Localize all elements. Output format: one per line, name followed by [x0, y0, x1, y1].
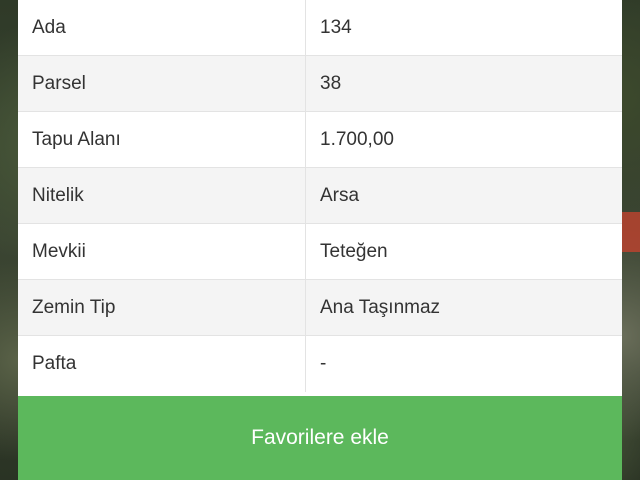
row-value: Ana Taşınmaz — [320, 296, 441, 318]
table-row-ada: Ada 134 — [18, 0, 622, 56]
parcel-info-sheet: Ada 134 Parsel 38 Tapu Alanı 1.700,00 Ni… — [18, 0, 622, 480]
map-background-detail — [620, 212, 640, 252]
parcel-info-table: Ada 134 Parsel 38 Tapu Alanı 1.700,00 Ni… — [18, 0, 622, 392]
add-to-favorites-button[interactable]: Favorilere ekle — [18, 396, 622, 480]
row-label: Mevkii — [18, 224, 306, 279]
row-value: 134 — [320, 16, 352, 38]
row-value: Arsa — [320, 184, 360, 206]
row-value: 38 — [320, 72, 342, 94]
table-row-tapu-alani: Tapu Alanı 1.700,00 — [18, 112, 622, 168]
table-row-parsel: Parsel 38 — [18, 56, 622, 112]
table-row-nitelik: Nitelik Arsa — [18, 168, 622, 224]
row-label: Zemin Tip — [18, 280, 306, 335]
row-label: Ada — [18, 0, 306, 55]
row-label: Nitelik — [18, 168, 306, 223]
row-value: - — [320, 353, 327, 374]
table-row-pafta: Pafta - — [18, 336, 622, 392]
table-row-mevkii: Mevkii Teteğen — [18, 224, 622, 280]
row-value: 1.700,00 — [320, 128, 394, 150]
table-row-zemin-tip: Zemin Tip Ana Taşınmaz — [18, 280, 622, 336]
row-label: Parsel — [18, 56, 306, 111]
row-label: Tapu Alanı — [18, 112, 306, 167]
row-value: Teteğen — [320, 240, 388, 262]
row-label: Pafta — [18, 336, 306, 392]
